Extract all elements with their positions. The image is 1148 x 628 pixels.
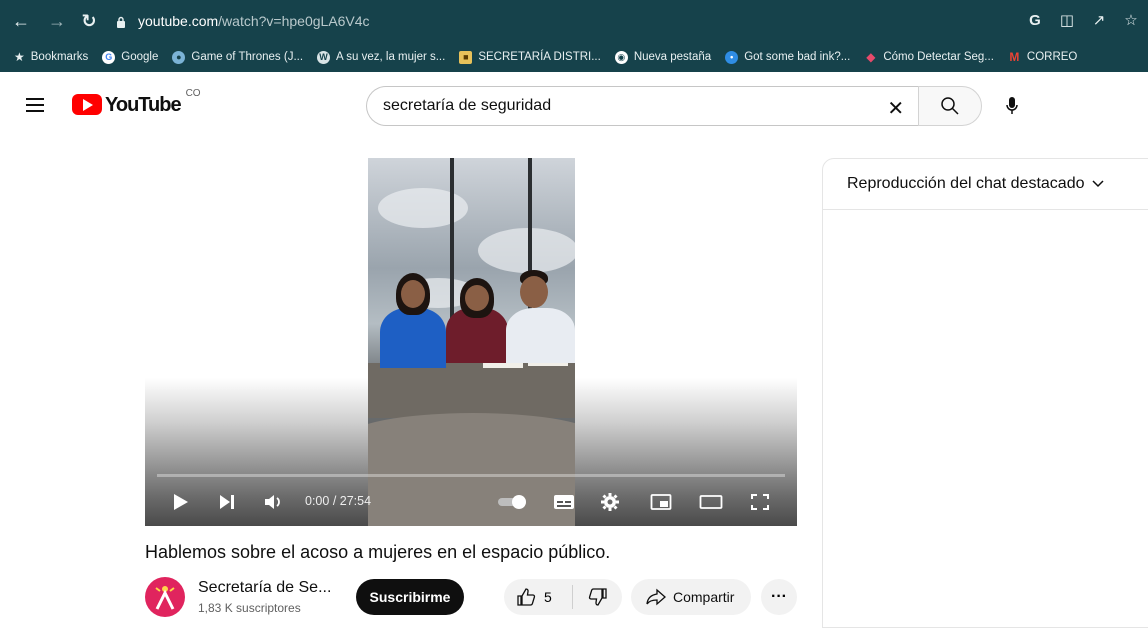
like-button[interactable]: 5 xyxy=(504,579,572,615)
forward-icon[interactable]: → xyxy=(44,8,70,34)
video-frame xyxy=(368,158,575,526)
like-count: 5 xyxy=(544,589,552,605)
chat-header-label: Reproducción del chat destacado xyxy=(847,175,1085,192)
dislike-button[interactable] xyxy=(573,579,622,615)
progress-bar[interactable] xyxy=(157,474,785,477)
menu-icon[interactable] xyxy=(26,98,44,112)
voice-search-button[interactable] xyxy=(992,86,1032,126)
thumbs-up-icon xyxy=(517,588,536,606)
got-icon: ● xyxy=(172,50,186,64)
bookmark-item[interactable]: ■ SECRETARÍA DISTRI... xyxy=(459,50,601,64)
bookmark-item[interactable]: W A su vez, la mujer s... xyxy=(317,50,445,64)
url-host: youtube.com xyxy=(138,13,219,29)
search-input[interactable]: secretaría de seguridad ✕ xyxy=(366,86,919,126)
address-bar[interactable]: youtube.com/watch?v=hpe0gLA6V4c xyxy=(116,8,370,34)
ink-icon: • xyxy=(725,50,739,64)
youtube-play-logo-icon xyxy=(72,94,102,115)
subtitles-icon[interactable] xyxy=(553,488,575,516)
chevron-down-icon xyxy=(1091,180,1104,188)
share-page-icon[interactable]: ↗ xyxy=(1088,8,1110,32)
star-icon: ★ xyxy=(14,50,25,64)
gmail-icon: M xyxy=(1009,50,1020,64)
next-icon[interactable] xyxy=(218,488,236,516)
autoplay-toggle-icon[interactable] xyxy=(496,488,532,516)
chrome-icon: ◉ xyxy=(614,50,628,64)
reload-icon[interactable]: ↻ xyxy=(76,8,102,34)
bookmarks-bar: ★ Bookmarks G Google ● Game of Thrones (… xyxy=(0,42,1148,72)
youtube-logo[interactable]: YouTube CO xyxy=(72,88,201,116)
live-chat-panel: Reproducción del chat destacado xyxy=(822,158,1148,628)
google-icon: G xyxy=(102,50,116,64)
time-display: 0:00 / 27:54 xyxy=(305,494,372,508)
like-dislike-group: 5 xyxy=(504,579,622,615)
bookmark-item[interactable]: • Got some bad ink?... xyxy=(725,50,850,64)
google-lens-icon[interactable]: G xyxy=(1024,8,1046,32)
bookmark-item[interactable]: G Google xyxy=(102,50,158,64)
search-button[interactable] xyxy=(918,86,982,126)
wordpress-icon: W xyxy=(317,50,331,64)
share-label: Compartir xyxy=(673,589,735,605)
more-horizontal-icon: ··· xyxy=(771,588,787,605)
install-app-icon[interactable]: ◫ xyxy=(1056,8,1078,32)
player-controls: 0:00 / 27:54 xyxy=(145,480,797,526)
fullscreen-icon[interactable] xyxy=(750,488,770,516)
share-button[interactable]: Compartir xyxy=(631,579,751,615)
browser-toolbar: ← → ↻ youtube.com/watch?v=hpe0gLA6V4c G … xyxy=(0,0,1148,42)
bookmark-item[interactable]: ★ Bookmarks xyxy=(14,50,88,64)
bookmark-item[interactable]: ◉ Nueva pestaña xyxy=(614,50,711,64)
bookmark-item[interactable]: ◆ Cómo Detectar Seg... xyxy=(864,50,994,64)
play-icon[interactable] xyxy=(171,488,189,516)
subscriber-count: 1,83 K suscriptores xyxy=(198,601,301,615)
channel-logo-icon xyxy=(155,586,175,610)
channel-name[interactable]: Secretaría de Se... xyxy=(198,579,331,597)
search-icon xyxy=(941,97,959,115)
logo-text: YouTube xyxy=(105,94,182,116)
more-actions-button[interactable]: ··· xyxy=(761,579,797,615)
volume-icon[interactable] xyxy=(263,488,285,516)
search-bar: secretaría de seguridad ✕ xyxy=(366,86,982,126)
bookmark-item[interactable]: M CORREO xyxy=(1008,50,1077,64)
country-code: CO xyxy=(185,88,201,99)
video-title: Hablemos sobre el acoso a mujeres en el … xyxy=(145,542,611,562)
bookmark-item[interactable]: ● Game of Thrones (J... xyxy=(172,50,303,64)
settings-gear-icon[interactable] xyxy=(600,488,620,516)
chat-mode-dropdown[interactable]: Reproducción del chat destacado xyxy=(823,159,1148,210)
miniplayer-icon[interactable] xyxy=(650,488,672,516)
share-arrow-icon xyxy=(646,588,666,606)
video-player[interactable]: 0:00 / 27:54 xyxy=(145,158,797,526)
crest-icon: ■ xyxy=(459,50,473,64)
back-icon[interactable]: ← xyxy=(8,8,34,34)
youtube-header: YouTube CO secretaría de seguridad ✕ xyxy=(0,72,1148,138)
microphone-icon xyxy=(1006,97,1018,114)
url-path: /watch?v=hpe0gLA6V4c xyxy=(218,13,370,29)
theater-mode-icon[interactable] xyxy=(699,488,723,516)
search-value: secretaría de seguridad xyxy=(383,97,552,114)
subscribe-button[interactable]: Suscribirme xyxy=(356,579,464,615)
channel-avatar[interactable] xyxy=(145,577,185,617)
clear-search-icon[interactable]: ✕ xyxy=(887,96,904,121)
bookmark-star-icon[interactable]: ☆ xyxy=(1120,8,1142,32)
diamond-icon: ◆ xyxy=(866,50,876,64)
lock-icon xyxy=(116,15,126,28)
thumbs-down-icon xyxy=(588,588,607,606)
